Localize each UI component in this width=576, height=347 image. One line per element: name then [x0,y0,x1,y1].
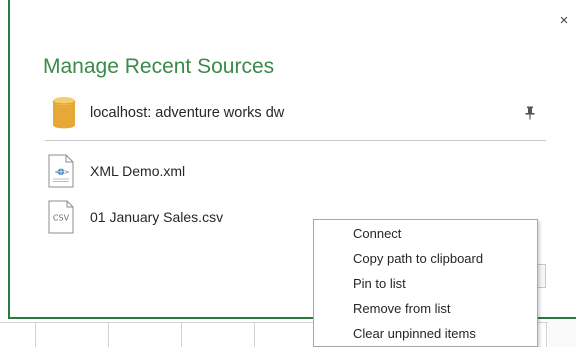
close-button[interactable]: × [556,12,572,30]
recent-source-label: localhost: adventure works dw [90,105,285,121]
database-icon [52,97,76,129]
recent-source-item-xml[interactable]: < > XML Demo.xml [46,154,346,190]
pinned-separator [45,140,546,141]
recent-source-label: XML Demo.xml [90,163,186,179]
menu-item-remove-from-list[interactable]: Remove from list [314,296,537,321]
menu-item-copy-path[interactable]: Copy path to clipboard [314,246,537,271]
svg-text:>: > [64,168,69,176]
grid-column-line [254,322,255,347]
recent-source-item-database[interactable]: localhost: adventure works dw [46,96,546,132]
menu-item-connect[interactable]: Connect [314,221,537,246]
close-icon[interactable]: × [560,12,569,29]
menu-item-clear-unpinned[interactable]: Clear unpinned items [314,321,537,346]
pin-icon[interactable] [524,106,536,120]
xml-file-icon: < > [48,154,74,188]
csv-file-icon: CSV [48,200,74,234]
recent-source-label: 01 January Sales.csv [90,209,224,225]
grid-column-line [181,322,182,347]
grid-column-line [35,322,36,347]
grid-column-line [546,322,547,347]
dialog-title: Manage Recent Sources [43,55,275,78]
svg-text:CSV: CSV [53,214,70,223]
source-context-menu: Connect Copy path to clipboard Pin to li… [313,219,538,347]
menu-item-pin-to-list[interactable]: Pin to list [314,271,537,296]
grid-column-line [108,322,109,347]
recent-source-item-csv[interactable]: CSV 01 January Sales.csv [46,200,346,236]
